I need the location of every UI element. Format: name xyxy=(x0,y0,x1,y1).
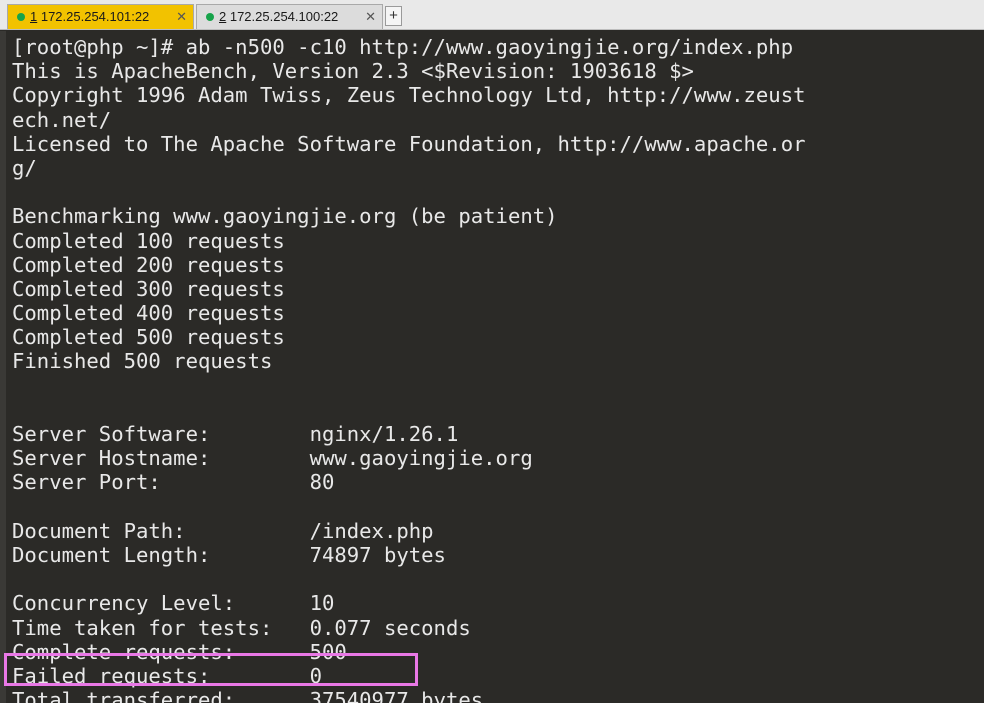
terminal-line: Total transferred: 37540977 bytes xyxy=(12,688,484,703)
terminal-line: [root@php ~]# ab -n500 -c10 http://www.g… xyxy=(12,35,794,59)
terminal-line: g/ xyxy=(12,155,37,180)
session-tab-2[interactable]: 2 172.25.254.100:22 ✕ xyxy=(196,4,383,29)
terminal-line: Document Length: 74897 bytes xyxy=(12,542,446,567)
session-tab-1[interactable]: 1 172.25.254.101:22 ✕ xyxy=(7,4,194,29)
terminal-window: 1 172.25.254.101:22 ✕ 2 172.25.254.100:2… xyxy=(0,0,984,703)
session-tab-host: 172.25.254.100:22 xyxy=(226,9,339,24)
connected-status-icon xyxy=(206,13,214,21)
terminal-lines: [root@php ~]# ab -n500 -c10 http://www.g… xyxy=(12,35,806,703)
terminal-line: Document Path: /index.php xyxy=(12,518,434,543)
terminal-line: Completed 500 requests xyxy=(12,325,285,350)
terminal-line: Benchmarking www.gaoyingjie.org (be pati… xyxy=(12,204,558,229)
terminal-line: Server Port: 80 xyxy=(12,470,335,495)
terminal-output[interactable]: [root@php ~]# ab -n500 -c10 http://www.g… xyxy=(0,31,984,703)
terminal-left-edge xyxy=(0,31,6,703)
session-tab-bar: 1 172.25.254.101:22 ✕ 2 172.25.254.100:2… xyxy=(0,0,984,30)
terminal-line: Server Software: nginx/1.26.1 xyxy=(12,422,459,446)
connected-status-icon xyxy=(17,13,25,21)
close-icon[interactable]: ✕ xyxy=(176,5,187,28)
terminal-line: Server Hostname: www.gaoyingjie.org xyxy=(12,446,533,471)
failed-requests-highlight xyxy=(4,653,418,686)
terminal-line: Finished 500 requests xyxy=(12,349,273,374)
terminal-line: Licensed to The Apache Software Foundati… xyxy=(12,131,806,156)
terminal-line: Completed 400 requests xyxy=(12,301,285,326)
close-icon[interactable]: ✕ xyxy=(365,5,376,28)
terminal-line: Completed 200 requests xyxy=(12,252,285,277)
terminal-line: Completed 100 requests xyxy=(12,228,285,253)
terminal-line: Concurrency Level: 10 xyxy=(12,591,335,616)
terminal-line: Time taken for tests: 0.077 seconds xyxy=(12,615,471,640)
new-tab-button[interactable]: + xyxy=(385,6,402,26)
terminal-line: Copyright 1996 Adam Twiss, Zeus Technolo… xyxy=(12,83,806,108)
terminal-line: Completed 300 requests xyxy=(12,276,285,301)
terminal-line: ech.net/ xyxy=(12,107,112,132)
terminal-line: This is ApacheBench, Version 2.3 <$Revis… xyxy=(12,59,694,84)
session-tab-host: 172.25.254.101:22 xyxy=(37,9,150,24)
